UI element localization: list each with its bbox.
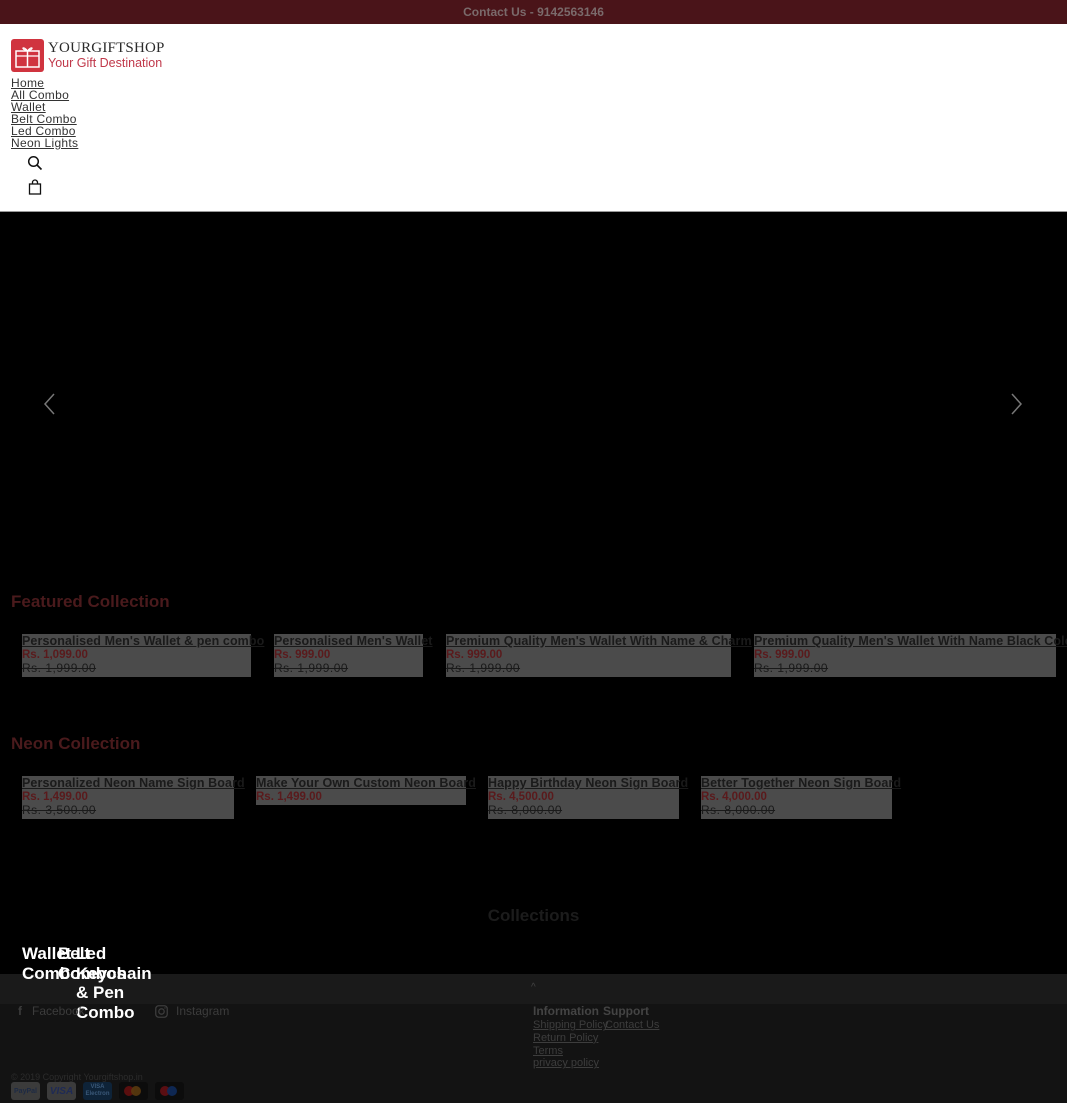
product-name[interactable]: Personalized Neon Name Sign Board [22,776,245,791]
site-header: YOURGIFTSHOP Your Gift Destination Home … [0,24,1067,212]
neon-collection-title: Neon Collection [11,734,141,753]
footer-link-contact-us[interactable]: Contact Us [605,1019,659,1031]
product-compare-price: Rs. 3,500.00 [22,803,97,817]
product-card[interactable]: Personalised Men's Wallet Rs. 999.00 Rs.… [274,634,432,677]
product-name[interactable]: Personalised Men's Wallet [274,634,432,649]
information-heading: Information [533,1004,599,1018]
maestro-icon [155,1082,184,1100]
visa-label: VISA [49,1085,74,1097]
product-name[interactable]: Make Your Own Custom Neon Board [256,776,476,791]
logo[interactable]: YOURGIFTSHOP Your Gift Destination [11,39,165,72]
chevron-right-icon[interactable] [1006,392,1026,416]
featured-collection-title: Featured Collection [11,592,170,611]
footer-link-terms[interactable]: Terms [533,1045,608,1058]
nav-neon-lights[interactable]: Neon Lights [11,137,78,149]
visa-electron-label: VISA Electron [85,1084,110,1097]
footer-link-return-policy[interactable]: Return Policy [533,1032,608,1045]
mastercard-icon [119,1082,148,1100]
instagram-label: Instagram [176,1004,230,1018]
product-name[interactable]: Better Together Neon Sign Board [701,776,901,791]
product-card[interactable]: Better Together Neon Sign Board Rs. 4,00… [701,776,901,819]
product-price: Rs. 1,499.00 [256,791,322,803]
payment-icons: PayPal VISA VISA Electron [11,1082,184,1100]
facebook-label: Facebook [32,1004,85,1018]
product-compare-price: Rs. 1,999.00 [754,661,829,675]
product-card[interactable]: Make Your Own Custom Neon Board Rs. 1,49… [256,776,476,805]
announcement-bar: Contact Us - 9142563146 [0,0,1067,24]
product-card[interactable]: Premium Quality Men's Wallet With Name B… [754,634,1067,677]
contact-text: Contact Us - 9142563146 [463,5,604,19]
hero-slideshow [0,212,1067,592]
visa-icon: VISA [47,1082,76,1100]
support-heading: Support [603,1004,649,1018]
product-card[interactable]: Personalised Men's Wallet & pen combo Rs… [22,634,264,677]
brand-name: YOURGIFTSHOP [48,39,165,56]
collection-led-keychain-pen-combo[interactable]: Led Keychain & Pen Combo [76,944,156,1022]
paypal-label: PayPal [14,1087,37,1095]
instagram-icon [155,1004,168,1018]
collections-title: Collections [487,906,580,925]
product-compare-price: Rs. 8,000.00 [488,803,563,817]
gift-box-icon [11,39,44,72]
product-compare-price: Rs. 1,999.00 [274,661,349,675]
bag-icon[interactable] [27,179,43,195]
support-links: Contact Us [605,1019,659,1032]
product-compare-price: Rs. 1,999.00 [22,661,97,675]
chevron-left-icon[interactable] [40,392,60,416]
product-name[interactable]: Premium Quality Men's Wallet With Name &… [446,634,752,649]
brand-tagline: Your Gift Destination [48,55,163,70]
product-card[interactable]: Happy Birthday Neon Sign Board Rs. 4,500… [488,776,688,819]
product-card[interactable]: Premium Quality Men's Wallet With Name &… [446,634,752,677]
facebook-link[interactable]: f Facebook [18,1004,85,1018]
scroll-top-caret[interactable]: ^ [531,982,536,993]
paypal-icon: PayPal [11,1082,40,1100]
main-nav: Home All Combo Wallet Belt Combo Led Com… [11,77,78,149]
facebook-icon: f [18,1004,22,1018]
product-card[interactable]: Personalized Neon Name Sign Board Rs. 1,… [22,776,245,819]
footer-column-headings: Information Support [533,1004,649,1018]
visa-electron-icon: VISA Electron [83,1082,112,1100]
information-links: Shipping Policy Return Policy Terms priv… [533,1019,608,1070]
product-name[interactable]: Happy Birthday Neon Sign Board [488,776,688,791]
search-icon[interactable] [27,155,43,171]
product-compare-price: Rs. 8,000.00 [701,803,776,817]
instagram-link[interactable]: Instagram [155,1004,229,1018]
product-compare-price: Rs. 1,999.00 [446,661,521,675]
footer-link-privacy-policy[interactable]: privacy policy [533,1057,608,1070]
product-name[interactable]: Premium Quality Men's Wallet With Name B… [754,634,1067,649]
footer-link-shipping-policy[interactable]: Shipping Policy [533,1019,608,1032]
copyright-text: © 2019 Copyright Yourgiftshop.in [11,1072,143,1082]
product-name[interactable]: Personalised Men's Wallet & pen combo [22,634,264,649]
